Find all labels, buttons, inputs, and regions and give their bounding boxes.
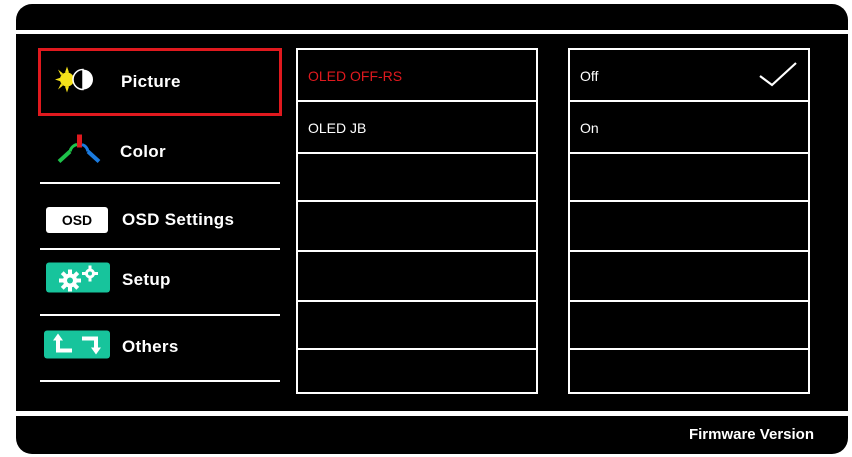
menu-separator <box>40 380 280 382</box>
footer-bar: Firmware Version <box>16 416 848 454</box>
options-list: Off On <box>568 48 810 394</box>
options-empty-row <box>570 202 808 252</box>
menu-item-label: Color <box>120 142 166 161</box>
submenu-item-label: OLED OFF-RS <box>308 68 403 84</box>
menu-item-label: Others <box>122 337 179 356</box>
submenu-empty-row <box>298 350 536 392</box>
checkmark-icon <box>758 60 798 93</box>
menu-item-picture[interactable]: Picture <box>38 48 282 116</box>
color-icon <box>56 134 102 170</box>
others-icon <box>44 330 110 364</box>
options-empty-row <box>570 154 808 202</box>
menu-item-label: Setup <box>122 270 171 289</box>
firmware-version-label: Firmware Version <box>688 426 814 443</box>
menu-item-others[interactable]: Others <box>38 315 280 379</box>
osd-icon: OSD <box>46 207 108 233</box>
menu-item-label: Picture <box>121 72 181 91</box>
osd-menu: Picture Color OSD OSD Settings Setup Oth… <box>16 4 848 454</box>
option-off[interactable]: Off <box>570 50 808 102</box>
options-empty-row <box>570 350 808 392</box>
submenu-empty-row <box>298 302 536 350</box>
osd-badge: OSD <box>46 207 108 233</box>
submenu-empty-row <box>298 202 536 252</box>
menu-item-setup[interactable]: Setup <box>38 248 280 312</box>
menu-item-label: OSD Settings <box>122 210 235 229</box>
submenu-list: OLED OFF-RS OLED JB <box>296 48 538 394</box>
options-empty-row <box>570 252 808 302</box>
submenu-empty-row <box>298 252 536 302</box>
menu-item-osd-settings[interactable]: OSD OSD Settings <box>38 188 280 252</box>
option-label: On <box>580 120 599 136</box>
options-empty-row <box>570 302 808 350</box>
submenu-empty-row <box>298 154 536 202</box>
submenu-item-oled-jb[interactable]: OLED JB <box>298 102 536 154</box>
top-divider <box>16 30 848 34</box>
gears-icon <box>46 262 110 298</box>
picture-icon <box>55 66 97 98</box>
menu-separator <box>40 182 280 184</box>
menu-item-color[interactable]: Color <box>38 120 280 184</box>
option-label: Off <box>580 68 599 84</box>
option-on[interactable]: On <box>570 102 808 154</box>
submenu-item-label: OLED JB <box>308 120 367 136</box>
submenu-item-oled-off-rs[interactable]: OLED OFF-RS <box>298 50 536 102</box>
